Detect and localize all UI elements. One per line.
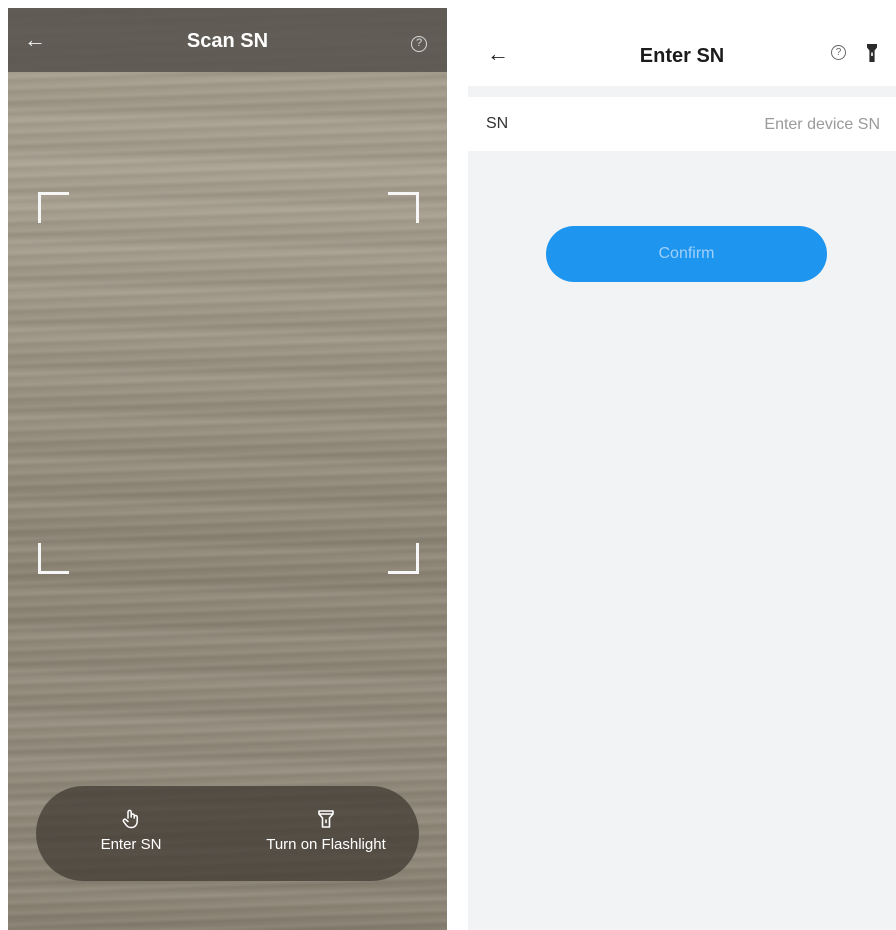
sn-label: SN xyxy=(486,115,509,132)
viewfinder-corner-top-left xyxy=(38,192,69,223)
sn-field-row: SN xyxy=(468,97,896,151)
enter-sn-screen: ← Enter SN ? SN Confirm xyxy=(468,8,896,930)
scan-action-bar: Enter SN Turn on Flashlight xyxy=(36,786,419,881)
viewfinder-corner-bottom-right xyxy=(388,543,419,574)
viewfinder-corner-top-right xyxy=(388,192,419,223)
turn-on-flashlight-label: Turn on Flashlight xyxy=(266,836,386,853)
sn-input[interactable] xyxy=(658,109,882,141)
hand-tap-icon xyxy=(122,809,138,829)
scan-sn-screen: ← Scan SN ? Enter SN Turn on Flashlight xyxy=(8,8,447,930)
scan-header: ← Scan SN ? xyxy=(8,8,447,72)
help-icon[interactable]: ? xyxy=(411,36,427,52)
confirm-button[interactable]: Confirm xyxy=(546,226,827,282)
flashlight-icon[interactable] xyxy=(866,43,878,63)
viewfinder-corner-bottom-left xyxy=(38,543,69,574)
turn-on-flashlight-button[interactable]: Turn on Flashlight xyxy=(246,786,406,881)
enter-sn-label: Enter SN xyxy=(100,836,162,853)
enter-header: ← Enter SN ? xyxy=(468,8,896,86)
page-title: Scan SN xyxy=(186,30,269,52)
enter-sn-button[interactable]: Enter SN xyxy=(76,786,186,881)
flashlight-icon xyxy=(318,810,334,828)
help-icon[interactable]: ? xyxy=(831,45,846,60)
